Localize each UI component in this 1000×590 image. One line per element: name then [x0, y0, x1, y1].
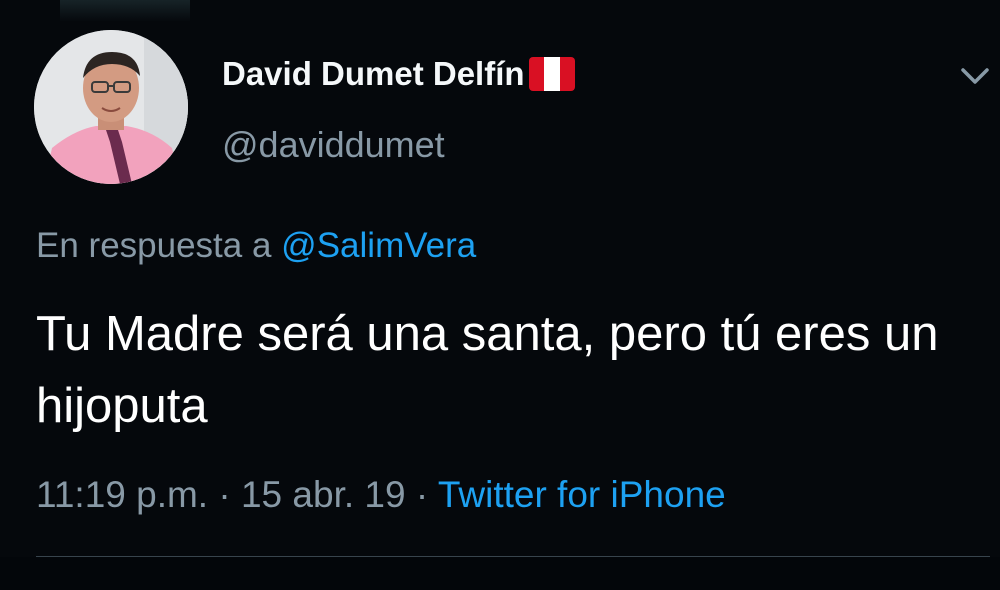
reply-context: En respuesta a @SalimVera	[36, 226, 476, 266]
top-edge-artifact	[60, 0, 190, 22]
avatar-photo-icon	[34, 30, 188, 184]
tweet-text: Tu Madre será una santa, pero tú eres un…	[36, 307, 939, 433]
reply-mention-link[interactable]: @SalimVera	[281, 226, 476, 265]
tweet-metadata: 11:19 p.m. · 15 abr. 19 · Twitter for iP…	[36, 474, 726, 516]
author-display-name[interactable]: David Dumet Delfín	[222, 55, 525, 93]
chevron-down-icon[interactable]	[955, 58, 995, 92]
tweet-source-link[interactable]: Twitter for iPhone	[438, 474, 726, 515]
tweet-time[interactable]: 11:19 p.m.	[36, 474, 208, 515]
reply-prefix: En respuesta a	[36, 226, 272, 265]
tweet-date[interactable]: 15 abr. 19	[241, 474, 406, 515]
meta-separator: ·	[218, 474, 231, 515]
peru-flag-icon	[528, 57, 575, 91]
avatar[interactable]	[34, 30, 188, 184]
tweet-card: David Dumet Delfín @daviddumet En respue…	[0, 0, 1000, 590]
author-name-row[interactable]: David Dumet Delfín	[222, 52, 575, 96]
author-handle[interactable]: @daviddumet	[222, 124, 445, 166]
bottom-band	[0, 557, 1000, 590]
meta-separator: ·	[415, 474, 429, 515]
